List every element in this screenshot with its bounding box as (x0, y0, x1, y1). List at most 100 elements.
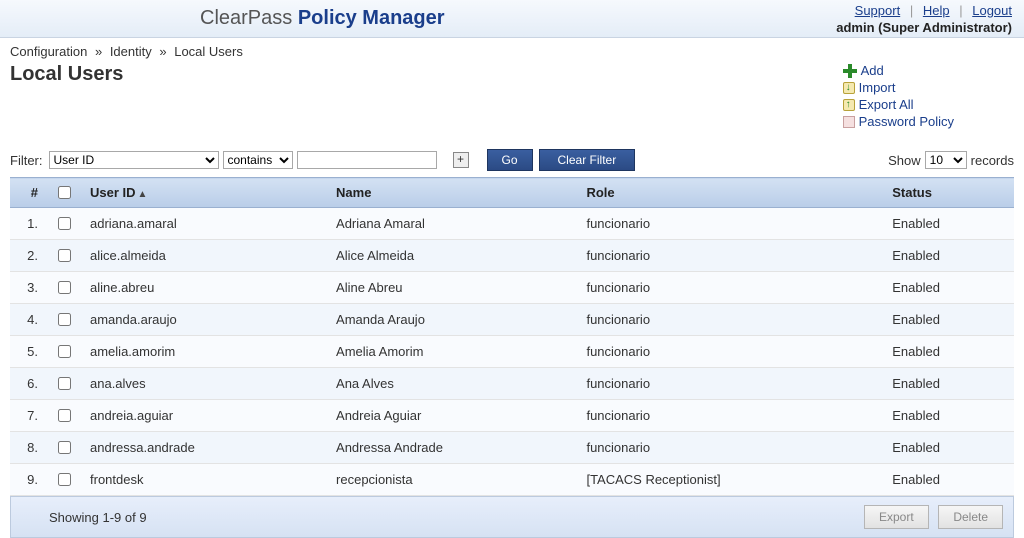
table-row: 2.alice.almeidaAlice AlmeidafuncionarioE… (10, 240, 1014, 272)
row-status: Enabled (884, 432, 1014, 464)
action-export-all[interactable]: Export All (843, 97, 954, 112)
filter-bar: Filter: User ID contains + Go Clear Filt… (0, 141, 1024, 177)
go-button[interactable]: Go (487, 149, 533, 171)
action-password-policy[interactable]: Password Policy (843, 114, 954, 129)
row-checkbox[interactable] (58, 409, 71, 422)
current-user: admin (Super Administrator) (836, 19, 1012, 36)
user-id-link[interactable]: frontdesk (90, 472, 143, 487)
user-id-link[interactable]: amanda.araujo (90, 312, 177, 327)
records-control: Show 10 records (888, 151, 1014, 169)
row-name: Alice Almeida (328, 240, 578, 272)
row-checkbox[interactable] (58, 473, 71, 486)
row-number: 6. (10, 368, 46, 400)
row-checkbox[interactable] (58, 313, 71, 326)
row-checkbox-cell (46, 208, 82, 240)
export-icon (843, 99, 855, 111)
export-button[interactable]: Export (864, 505, 929, 529)
row-checkbox[interactable] (58, 217, 71, 230)
row-role: funcionario (578, 240, 884, 272)
col-checkbox (46, 178, 82, 208)
user-id-link[interactable]: andressa.andrade (90, 440, 195, 455)
row-user-id: adriana.amaral (82, 208, 328, 240)
policy-icon (843, 116, 855, 128)
user-id-link[interactable]: adriana.amaral (90, 216, 177, 231)
filter-operator-select[interactable]: contains (223, 151, 293, 169)
row-name: Ana Alves (328, 368, 578, 400)
row-number: 4. (10, 304, 46, 336)
row-role: funcionario (578, 336, 884, 368)
filter-field-select[interactable]: User ID (49, 151, 219, 169)
row-status: Enabled (884, 336, 1014, 368)
row-user-id: aline.abreu (82, 272, 328, 304)
row-status: Enabled (884, 464, 1014, 496)
user-id-link[interactable]: aline.abreu (90, 280, 154, 295)
table-row: 5.amelia.amorimAmelia AmorimfuncionarioE… (10, 336, 1014, 368)
row-number: 5. (10, 336, 46, 368)
breadcrumb-configuration[interactable]: Configuration (10, 44, 87, 59)
help-link[interactable]: Help (923, 3, 950, 18)
row-checkbox[interactable] (58, 377, 71, 390)
breadcrumb-local-users[interactable]: Local Users (174, 44, 243, 59)
row-status: Enabled (884, 304, 1014, 336)
col-status[interactable]: Status (884, 178, 1014, 208)
row-user-id: andressa.andrade (82, 432, 328, 464)
user-id-link[interactable]: andreia.aguiar (90, 408, 173, 423)
table-header-row: # User ID▲ Name Role Status (10, 178, 1014, 208)
delete-button[interactable]: Delete (938, 505, 1003, 529)
row-role: funcionario (578, 272, 884, 304)
row-status: Enabled (884, 368, 1014, 400)
top-right: Support | Help | Logout admin (Super Adm… (836, 2, 1012, 36)
clear-filter-button[interactable]: Clear Filter (539, 149, 636, 171)
col-role[interactable]: Role (578, 178, 884, 208)
divider: | (904, 3, 919, 18)
import-link[interactable]: Import (859, 80, 896, 95)
export-all-link[interactable]: Export All (859, 97, 914, 112)
row-name: Amanda Araujo (328, 304, 578, 336)
row-checkbox[interactable] (58, 345, 71, 358)
page-title: Local Users (10, 63, 123, 86)
row-name: Adriana Amaral (328, 208, 578, 240)
import-icon (843, 82, 855, 94)
table-row: 6.ana.alvesAna AlvesfuncionarioEnabled (10, 368, 1014, 400)
action-import[interactable]: Import (843, 80, 954, 95)
select-all-checkbox[interactable] (58, 186, 71, 199)
table-row: 7.andreia.aguiarAndreia Aguiarfuncionari… (10, 400, 1014, 432)
users-table: # User ID▲ Name Role Status 1. adriana.am… (10, 177, 1014, 496)
col-name[interactable]: Name (328, 178, 578, 208)
top-links: Support | Help | Logout (836, 2, 1012, 19)
row-name: Aline Abreu (328, 272, 578, 304)
user-id-link[interactable]: alice.almeida (90, 248, 166, 263)
breadcrumb: Configuration » Identity » Local Users (0, 38, 1024, 61)
records-count-select[interactable]: 10 (925, 151, 967, 169)
records-suffix: records (971, 153, 1014, 168)
add-filter-button[interactable]: + (453, 152, 469, 168)
row-number: 1. (10, 208, 46, 240)
support-link[interactable]: Support (855, 3, 901, 18)
row-checkbox-cell (46, 336, 82, 368)
action-add[interactable]: Add (843, 63, 954, 78)
row-name: Andressa Andrade (328, 432, 578, 464)
filter-label: Filter: (10, 153, 43, 168)
row-number: 9. (10, 464, 46, 496)
col-number[interactable]: # (10, 178, 46, 208)
password-policy-link[interactable]: Password Policy (859, 114, 954, 129)
row-checkbox-cell (46, 464, 82, 496)
content-header: Local Users Add Import Export All Passwo… (0, 61, 1024, 141)
row-name: Andreia Aguiar (328, 400, 578, 432)
row-name: recepcionista (328, 464, 578, 496)
table-row: 3.aline.abreuAline AbreufuncionarioEnabl… (10, 272, 1014, 304)
row-role: funcionario (578, 400, 884, 432)
col-user-id[interactable]: User ID▲ (82, 178, 328, 208)
add-link[interactable]: Add (861, 63, 884, 78)
row-checkbox[interactable] (58, 281, 71, 294)
breadcrumb-identity[interactable]: Identity (110, 44, 152, 59)
row-status: Enabled (884, 208, 1014, 240)
breadcrumb-sep: » (155, 44, 170, 59)
row-checkbox[interactable] (58, 441, 71, 454)
user-id-link[interactable]: amelia.amorim (90, 344, 175, 359)
row-checkbox[interactable] (58, 249, 71, 262)
user-id-link[interactable]: ana.alves (90, 376, 146, 391)
table-row: 1.adriana.amaralAdriana Amaralfuncionari… (10, 208, 1014, 240)
filter-value-input[interactable] (297, 151, 437, 169)
logout-link[interactable]: Logout (972, 3, 1012, 18)
